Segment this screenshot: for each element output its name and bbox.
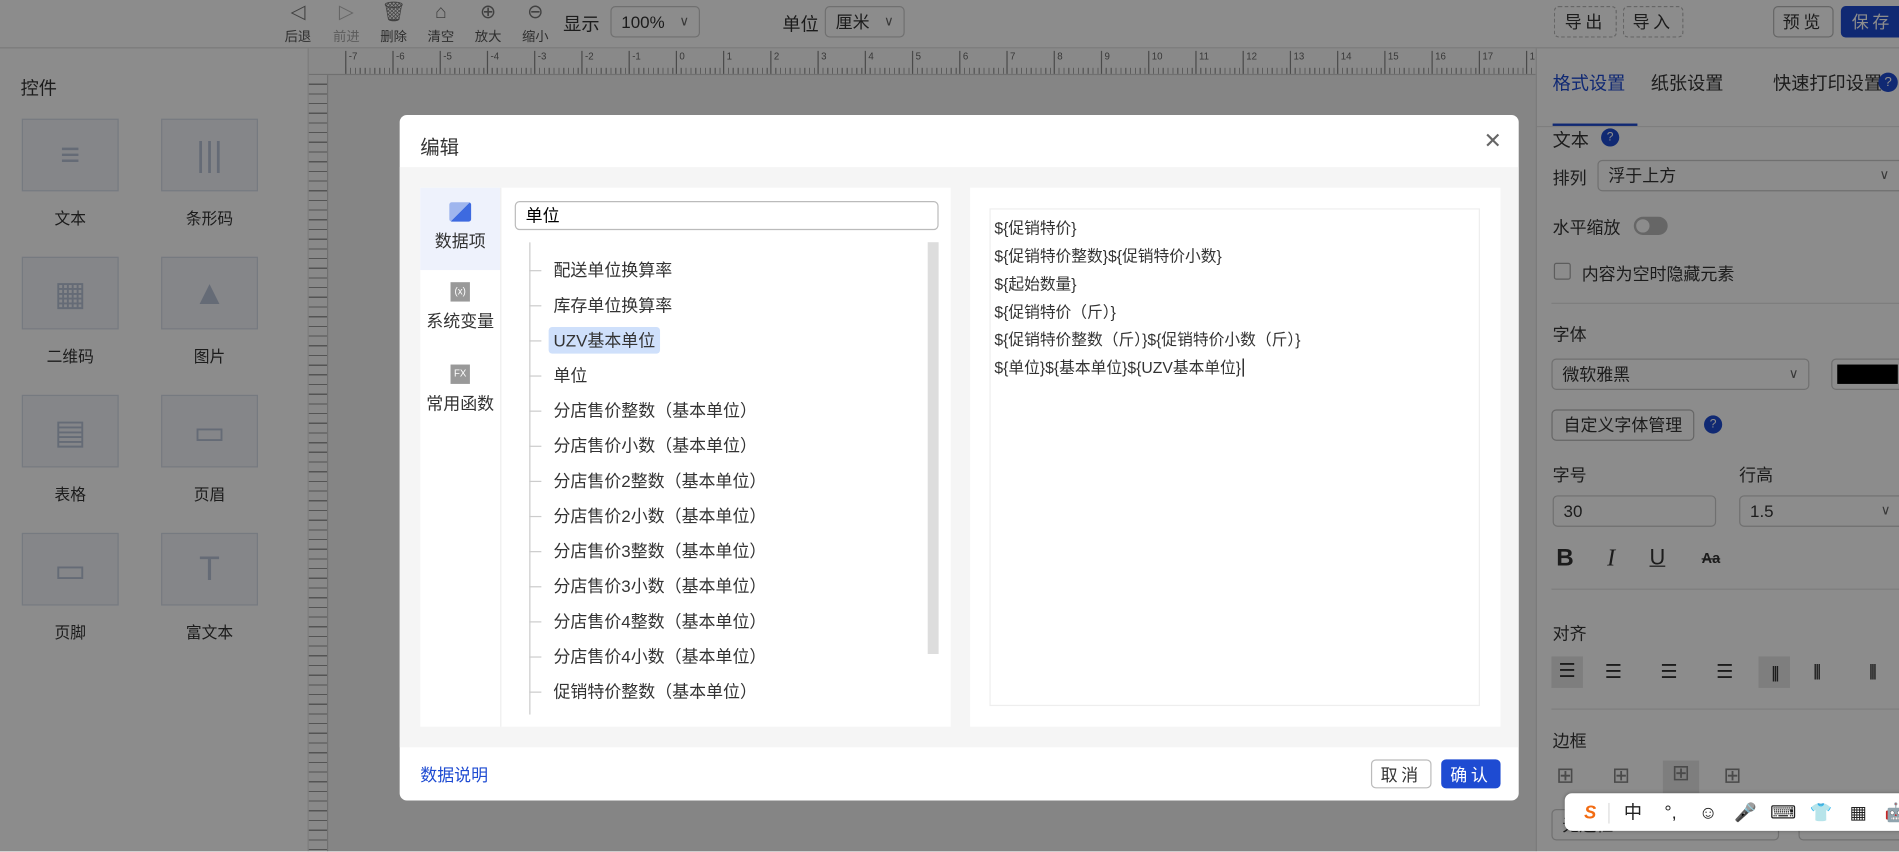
data-picker-panel: 数据项 (x) 系统变量 FX 常用函数 配送单位换算率库存单位换算率UZV基本… bbox=[420, 187, 951, 727]
tree-connector bbox=[529, 656, 542, 658]
tree-item[interactable]: 单位 bbox=[549, 362, 593, 389]
close-icon[interactable]: ✕ bbox=[1484, 128, 1502, 153]
expression-line: ${促销特价} bbox=[994, 219, 1077, 238]
edit-dialog: 编辑 ✕ 数据项 (x) 系统变量 FX 常用函数 配送单位换算率库存单位换算率… bbox=[399, 115, 1519, 801]
chinese-mode-icon[interactable]: 中 bbox=[1614, 799, 1652, 824]
expression-editor[interactable]: ${促销特价} ${促销特价整数}${促销特价小数} ${起始数量} ${促销特价（斤… bbox=[989, 208, 1480, 707]
tree-connector bbox=[529, 515, 542, 518]
text-caret: ​ bbox=[1242, 358, 1244, 377]
emoji-icon[interactable]: ☺ bbox=[1689, 803, 1727, 824]
tree-item[interactable]: 分店售价4整数（基本单位） bbox=[549, 608, 772, 635]
expression-line: ${促销特价（斤）} bbox=[994, 302, 1116, 321]
tree-connector bbox=[529, 480, 542, 483]
punctuation-icon[interactable]: °, bbox=[1652, 803, 1690, 824]
data-help-link[interactable]: 数据说明 bbox=[420, 763, 488, 787]
tree-item[interactable]: 分店售价3整数（基本单位） bbox=[549, 538, 772, 565]
skin-icon[interactable]: 👕 bbox=[1802, 802, 1840, 824]
expression-line: ${促销特价整数（斤）}${促销特价小数（斤）} bbox=[994, 330, 1301, 349]
chart-icon bbox=[449, 202, 472, 222]
tree-item[interactable]: 分店售价小数（基本单位） bbox=[549, 432, 762, 459]
confirm-button[interactable]: 确认 bbox=[1441, 759, 1501, 789]
tree-item[interactable]: 分店售价3小数（基本单位） bbox=[549, 573, 772, 600]
tree-item[interactable]: 分店售价4小数（基本单位） bbox=[549, 643, 772, 670]
tree-item[interactable]: 分店售价整数（基本单位） bbox=[549, 397, 762, 424]
tree-list: 配送单位换算率 库存单位换算率 UZV基本单位 单位分店售价整数（基本单位） 分店售价小… bbox=[420, 242, 929, 726]
tree-connector bbox=[529, 691, 542, 693]
tree-connector bbox=[529, 340, 542, 342]
cancel-button[interactable]: 取消 bbox=[1370, 759, 1432, 789]
microphone-icon[interactable]: 🎤 bbox=[1727, 802, 1765, 824]
scrollbar[interactable] bbox=[927, 242, 939, 654]
tree-connector bbox=[529, 410, 542, 412]
tree-connector bbox=[529, 551, 542, 553]
dialog-title: 编辑 bbox=[420, 138, 460, 159]
expression-line: ${单位}${基本单位}${UZV基本单位}​ bbox=[994, 354, 1475, 382]
tree-item[interactable]: 分店售价2小数（基本单位） bbox=[549, 503, 772, 530]
tree-item[interactable]: UZV基本单位 bbox=[548, 326, 661, 354]
tree-connector bbox=[529, 375, 542, 377]
tree-connector bbox=[529, 305, 542, 307]
keyboard-icon[interactable]: ⌨ bbox=[1764, 802, 1802, 824]
tree-connector bbox=[529, 621, 542, 623]
mascot-icon[interactable]: 🤖 bbox=[1877, 802, 1899, 824]
tree-item[interactable]: 分店售价2整数（基本单位） bbox=[549, 467, 772, 494]
tree-item[interactable]: 库存单位换算率 bbox=[549, 292, 677, 319]
sogou-logo-icon[interactable]: S bbox=[1572, 802, 1610, 824]
tree-item[interactable]: 促销特价整数（基本单位） bbox=[549, 678, 762, 705]
tree-connector bbox=[529, 445, 542, 447]
expression-line: ${促销特价整数}${促销特价小数} bbox=[994, 247, 1222, 266]
search-input[interactable] bbox=[514, 201, 939, 231]
tree-connector bbox=[529, 270, 542, 272]
dialog-body: 数据项 (x) 系统变量 FX 常用函数 配送单位换算率库存单位换算率UZV基本… bbox=[399, 167, 1519, 748]
tree-item[interactable]: 配送单位换算率 bbox=[549, 257, 677, 284]
tree-connector bbox=[529, 586, 542, 588]
ime-toolbar: S 中°,☺🎤⌨👕▦🤖 bbox=[1564, 793, 1899, 831]
tree-line bbox=[529, 242, 531, 715]
expression-panel: ${促销特价} ${促销特价整数}${促销特价小数} ${起始数量} ${促销特价（斤… bbox=[970, 187, 1501, 727]
expression-line: ${起始数量} bbox=[994, 274, 1077, 294]
apps-icon[interactable]: ▦ bbox=[1840, 802, 1878, 824]
